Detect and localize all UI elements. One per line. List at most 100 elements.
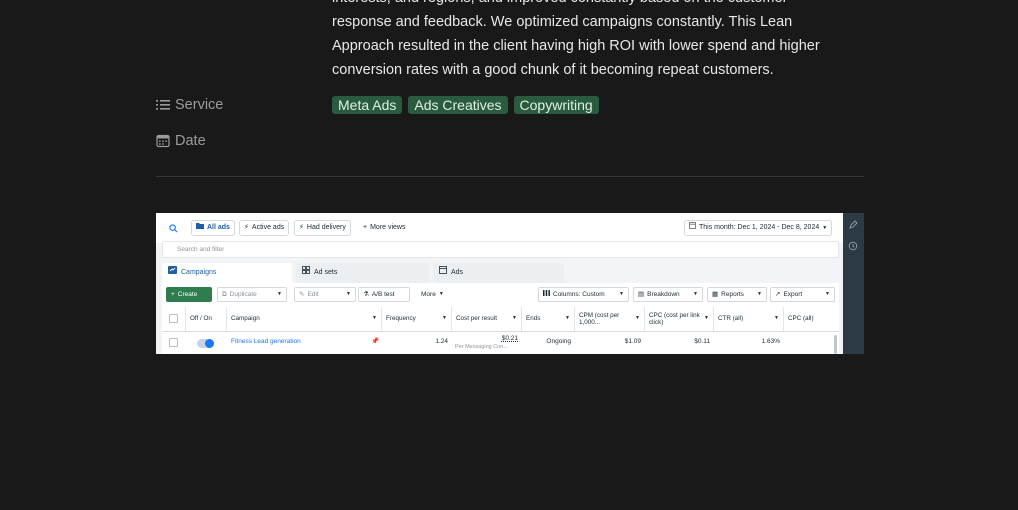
service-tag[interactable]: Ads Creatives	[408, 96, 508, 114]
project-description: interests, and regions, and improved con…	[332, 0, 852, 82]
caret-down-icon: ▼	[565, 315, 570, 322]
date-label: Date	[156, 133, 332, 149]
caret-down-icon: ▼	[619, 291, 624, 297]
cost-per-result-subtext: Per Messaging Con...	[455, 344, 508, 350]
ads-side-panel	[843, 213, 864, 354]
ad-icon	[439, 263, 447, 283]
search-filter-input[interactable]: Search and filter	[162, 241, 839, 258]
had-delivery-button[interactable]: ⚡ Had delivery	[294, 220, 351, 236]
search-icon[interactable]	[164, 220, 183, 236]
header-campaign-label: Campaign	[231, 315, 260, 323]
table-scrollbar[interactable]	[834, 335, 837, 354]
description-line: conversion rates with a good chunk of it…	[332, 62, 774, 78]
description-line: Approach resulted in the client having h…	[332, 38, 820, 54]
create-button[interactable]: + Create	[166, 287, 212, 302]
plus-icon: +	[363, 224, 368, 231]
header-frequency-label: Frequency	[386, 315, 416, 323]
more-views-button[interactable]: + More views	[358, 220, 411, 236]
bolt-icon: ⚡	[244, 224, 249, 231]
divider	[156, 176, 864, 177]
caret-down-icon: ▼	[372, 315, 377, 322]
header-cost-per-result-label: Cost per result	[456, 315, 497, 323]
row-checkbox[interactable]	[169, 338, 178, 347]
cpm-value: $1.09	[624, 338, 641, 345]
columns-button[interactable]: Columns: Custom ▼	[538, 287, 629, 302]
description-line: interests, and regions, and improved con…	[332, 0, 852, 10]
list-icon	[156, 98, 170, 112]
active-ads-button[interactable]: ⚡ Active ads	[239, 220, 290, 236]
caret-down-icon: ▼	[693, 291, 698, 297]
breakdown-button[interactable]: ▤ Breakdown ▼	[633, 287, 703, 302]
header-cpm-label: CPM (cost per 1,000...	[579, 311, 620, 327]
duplicate-label: Duplicate	[229, 291, 257, 298]
header-ends[interactable]: Ends ▼	[522, 307, 575, 331]
duplicate-button[interactable]: ⧉ Duplicate ▼	[217, 287, 287, 302]
caret-down-icon: ▼	[512, 315, 517, 322]
flask-icon: ⚗	[363, 291, 369, 298]
caret-down-icon: ▼	[757, 291, 762, 297]
plus-icon: +	[171, 291, 175, 298]
ads-manager-main: All ads ⚡ Active ads ⚡ Had delivery + Mo…	[156, 213, 843, 354]
header-cpc-link-label: CPC (cost per link click)	[649, 311, 700, 327]
campaign-name-link[interactable]: Fitness Lead generation	[227, 332, 367, 352]
pencil-icon[interactable]	[848, 220, 858, 230]
ctr-value: 1.63%	[761, 338, 780, 345]
cpc-link-value: $0.11	[694, 338, 710, 345]
ends-value: Ongoing	[546, 338, 571, 345]
breakdown-icon: ▤	[638, 291, 645, 298]
duplicate-icon: ⧉	[222, 291, 227, 298]
calendar-icon	[689, 220, 696, 236]
tab-campaigns-label: Campaigns	[181, 269, 217, 276]
all-ads-label: All ads	[207, 224, 230, 231]
tab-ad-sets-label: Ad sets	[314, 269, 338, 276]
tab-ad-sets[interactable]: Ad sets	[296, 263, 429, 283]
date-range-label: This month: Dec 1, 2024 - Dec 8, 2024	[699, 224, 820, 231]
reports-button[interactable]: ▦ Reports ▼	[707, 287, 767, 302]
tab-ads[interactable]: Ads	[433, 263, 564, 283]
service-label: Service	[156, 97, 332, 113]
description-line: response and feedback. We optimized camp…	[332, 14, 793, 30]
service-tags: Meta Ads Ads Creatives Copywriting	[332, 96, 599, 114]
more-button[interactable]: More ▼	[416, 287, 456, 302]
export-button[interactable]: ↗ Export ▼	[770, 287, 835, 302]
ab-test-label: A/B test	[371, 291, 395, 298]
pin-icon[interactable]: 📌	[367, 332, 382, 352]
ads-topbar: All ads ⚡ Active ads ⚡ Had delivery + Mo…	[156, 213, 843, 243]
header-ctr[interactable]: CTR (all) ▼	[714, 307, 784, 331]
ads-manager-screenshot: All ads ⚡ Active ads ⚡ Had delivery + Mo…	[156, 213, 864, 354]
campaign-toggle[interactable]	[197, 339, 214, 348]
clock-icon[interactable]	[848, 241, 858, 251]
edit-label: Edit	[307, 291, 319, 298]
create-label: Create	[177, 291, 198, 298]
caret-down-icon: ▼	[704, 315, 709, 322]
campaigns-table: Off / On Campaign ▼ Frequency ▼ Cost per…	[162, 307, 839, 354]
more-label: More	[421, 291, 436, 298]
header-cpc-link[interactable]: CPC (cost per link click) ▼	[645, 307, 714, 331]
date-range-picker[interactable]: This month: Dec 1, 2024 - Dec 8, 2024 ▼	[684, 220, 833, 236]
select-all-checkbox[interactable]	[169, 314, 178, 323]
service-tag[interactable]: Meta Ads	[332, 96, 403, 114]
columns-label: Columns: Custom	[553, 291, 605, 298]
caret-down-icon: ▼	[774, 315, 779, 322]
grid-icon	[302, 263, 310, 283]
service-label-text: Service	[175, 97, 224, 113]
caret-down-icon: ▼	[277, 291, 282, 297]
header-ends-label: Ends	[526, 315, 541, 323]
service-tag[interactable]: Copywriting	[513, 96, 599, 114]
edit-button[interactable]: ✎ Edit ▼	[294, 287, 356, 302]
header-off-on[interactable]: Off / On	[186, 307, 227, 331]
columns-icon	[543, 288, 550, 301]
header-campaign[interactable]: Campaign ▼	[227, 307, 382, 331]
select-all-header	[162, 307, 186, 331]
all-ads-button[interactable]: All ads	[191, 220, 235, 236]
header-cost-per-result[interactable]: Cost per result ▼	[452, 307, 522, 331]
service-property: Service Meta Ads Ads Creatives Copywriti…	[156, 96, 599, 114]
folder-icon	[196, 220, 204, 236]
header-cpc-all[interactable]: CPC (all)	[784, 307, 839, 331]
header-cpm[interactable]: CPM (cost per 1,000... ▼	[575, 307, 645, 331]
tab-campaigns[interactable]: Campaigns	[162, 263, 292, 283]
caret-down-icon: ▼	[635, 315, 640, 322]
campaign-icon	[168, 263, 177, 283]
header-frequency[interactable]: Frequency ▼	[382, 307, 452, 331]
ab-test-button[interactable]: ⚗ A/B test	[358, 287, 410, 302]
